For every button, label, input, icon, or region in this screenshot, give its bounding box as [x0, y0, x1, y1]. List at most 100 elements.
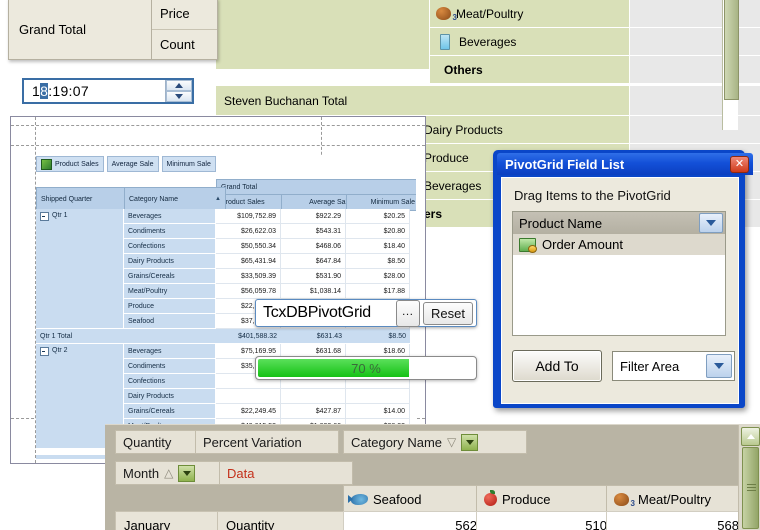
column-header-seafood[interactable]: Seafood — [343, 485, 492, 513]
pivot-cell[interactable] — [346, 389, 410, 404]
pivot-cell[interactable]: $922.29 — [281, 209, 346, 224]
pivot-cell[interactable]: $28.00 — [346, 269, 410, 284]
field-price[interactable]: Price — [152, 0, 217, 30]
time-spin-edit[interactable]: 18:19:07 — [22, 78, 194, 104]
data-cell[interactable]: 510 — [476, 511, 616, 530]
data-cell[interactable]: 568 — [606, 511, 748, 530]
pivot-cell[interactable]: $17.88 — [346, 284, 410, 299]
background-vertical-scrollbar[interactable] — [722, 0, 739, 130]
produce-icon — [484, 489, 497, 506]
data-cell[interactable]: 562 — [343, 511, 486, 530]
pivot-cell[interactable]: $1,038.14 — [281, 284, 346, 299]
pivot-cell[interactable]: $33,509.39 — [216, 269, 281, 284]
pivot-field-average-sale[interactable]: Average Sale — [106, 156, 159, 172]
pivot-cell[interactable]: $56,059.78 — [216, 284, 281, 299]
field-list-box[interactable]: Product Name Order Amount — [512, 211, 726, 336]
column-header-meat-poultry[interactable]: Meat/Poultry — [606, 485, 754, 513]
expand-icon[interactable] — [40, 212, 49, 221]
pivot-cell[interactable] — [216, 389, 281, 404]
pivot-cell[interactable] — [281, 389, 346, 404]
dialog-title-bar[interactable]: PivotGrid Field List ✕ — [497, 153, 753, 175]
pivot-row-category: Seafood — [124, 314, 216, 329]
pivot-cell[interactable]: $427.87 — [281, 404, 346, 419]
category-label: Meat/Poultry — [456, 6, 524, 21]
row-label-measure: Quantity — [217, 511, 355, 530]
expand-icon[interactable] — [40, 347, 49, 356]
row-field-month[interactable]: Month △ — [115, 461, 233, 485]
tcx-pivotgrid-editor[interactable]: TcxDBPivotGrid … Reset — [255, 299, 477, 327]
sort-desc-icon: ▽ — [447, 435, 457, 449]
column-field-category-name[interactable]: Category Name ▽ — [343, 430, 527, 454]
others-cell: Others — [430, 56, 630, 84]
pivot-cell[interactable]: $20.80 — [346, 224, 410, 239]
time-selected-digit: 8 — [40, 83, 49, 99]
pivot-cell[interactable]: $8.50 — [346, 254, 410, 269]
pivot-row-category: Beverages — [124, 344, 216, 359]
pivot-field-product-sales[interactable]: Product Sales — [36, 156, 104, 172]
pivot-cell[interactable]: $109,752.89 — [216, 209, 281, 224]
dialog-hint: Drag Items to the PivotGrid — [514, 188, 671, 203]
employee-row-header[interactable]: Steven Buchanan — [216, 0, 430, 70]
pivot-row-category: Grains/Cereals — [124, 269, 216, 284]
grand-total-fields: Price Count — [152, 0, 217, 59]
scroll-up-button[interactable] — [741, 427, 760, 446]
category-cell: Dairy Products — [414, 116, 630, 144]
pivotgrid-field-list-dialog[interactable]: PivotGrid Field List ✕ Drag Items to the… — [493, 150, 753, 408]
pivot-row-category: Dairy Products — [124, 254, 216, 269]
chevron-down-icon[interactable] — [706, 354, 732, 378]
column-header-produce[interactable]: Produce — [476, 485, 622, 513]
filter-dropdown-icon[interactable] — [461, 433, 479, 451]
time-value[interactable]: 18:19:07 — [24, 83, 165, 99]
pivot-cell[interactable]: $22,249.45 — [216, 404, 281, 419]
sort-asc-icon: ▲ — [215, 196, 221, 202]
pivot-cell[interactable]: $65,431.94 — [216, 254, 281, 269]
group-total-label-qtr1: Qtr 1 Total — [36, 329, 216, 344]
bottom-pivot-panel[interactable]: Quantity Percent Variation Category Name… — [105, 424, 760, 530]
filter-dropdown-icon[interactable] — [178, 464, 196, 482]
pivot-row-category: Grains/Cereals — [124, 404, 216, 419]
data-field-percent-variation[interactable]: Percent Variation — [195, 430, 339, 454]
pivot-field-toolbar: Product Sales Average Sale Minimum Sale — [36, 155, 416, 173]
group-header-qtr1[interactable]: Qtr 1 — [36, 209, 124, 329]
arrow-down-icon — [175, 94, 183, 99]
row-header-category-name[interactable]: Category Name ▲ — [124, 187, 226, 211]
scrollbar-thumb[interactable] — [724, 0, 739, 100]
ellipsis-button[interactable]: … — [396, 299, 421, 327]
pivot-cell[interactable]: $543.31 — [281, 224, 346, 239]
product-sales-icon — [41, 158, 52, 170]
spin-up-button[interactable] — [166, 80, 192, 91]
pivot-cell[interactable]: $18.40 — [346, 239, 410, 254]
pivot-row-category: Confections — [124, 239, 216, 254]
pivot-cell[interactable]: $647.84 — [281, 254, 346, 269]
field-list-selected-row[interactable]: Product Name — [513, 212, 725, 234]
grand-total-label: Grand Total — [9, 0, 152, 59]
spin-down-button[interactable] — [166, 91, 192, 102]
pivot-cell[interactable]: $26,622.03 — [216, 224, 281, 239]
close-icon[interactable]: ✕ — [730, 155, 749, 173]
pivot-cell[interactable]: $20.25 — [346, 209, 410, 224]
progress-track: 70 % — [258, 359, 474, 377]
category-label: Beverages — [459, 34, 517, 49]
row-header-shipped-quarter[interactable]: Shipped Quarter ▲ — [36, 187, 134, 211]
add-to-button[interactable]: Add To — [512, 350, 602, 382]
target-area-combo[interactable]: Filter Area — [612, 351, 735, 381]
pivot-cell[interactable]: $468.06 — [281, 239, 346, 254]
pivot-cell[interactable]: $14.00 — [346, 404, 410, 419]
reset-button[interactable]: Reset — [423, 301, 473, 325]
bottom-vertical-scrollbar[interactable] — [738, 425, 760, 530]
tcx-editor-value[interactable]: TcxDBPivotGrid — [259, 304, 393, 322]
data-area-header[interactable]: Data — [219, 461, 353, 485]
scrollbar-thumb[interactable] — [742, 447, 759, 529]
value-cell: $17,039.04 — [630, 116, 760, 144]
field-list-item[interactable]: Order Amount — [513, 234, 725, 255]
value-cell: $11,000.52 — [630, 28, 760, 56]
scrollbar-grip — [747, 484, 756, 491]
dialog-title: PivotGrid Field List — [505, 156, 625, 172]
pivot-cell[interactable]: $50,550.34 — [216, 239, 281, 254]
chevron-down-icon[interactable] — [699, 213, 723, 233]
pivot-field-minimum-sale[interactable]: Minimum Sale — [161, 156, 216, 172]
spin-buttons[interactable] — [165, 80, 192, 102]
group-total-cell: $401,588.32 — [216, 329, 281, 344]
pivot-cell[interactable]: $531.90 — [281, 269, 346, 284]
field-count[interactable]: Count — [152, 30, 217, 60]
